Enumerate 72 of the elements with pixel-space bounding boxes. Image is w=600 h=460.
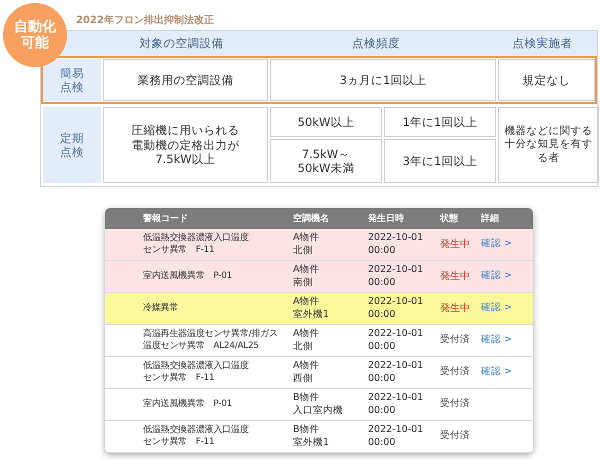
confirm-link[interactable]: 確認 >	[481, 238, 533, 251]
confirm-link[interactable]: 確認 >	[481, 270, 533, 283]
occurrence-time: 2022-10-01 00:00	[368, 392, 424, 417]
automation-badge: 自動化可能	[3, 3, 67, 67]
alert-row[interactable]: 冷媒異常 A物件 室外機1 2022-10-01 00:00 発生中 確認 >	[105, 293, 533, 325]
column-header: 発生日時	[368, 212, 405, 225]
alert-code: 低温熱交換器濃液入口温度	[143, 361, 250, 372]
table-cell: 3ヵ月に1回以上	[340, 72, 426, 88]
status-text: 発生中	[440, 302, 471, 315]
alert-code: センサ異常 F-11	[143, 244, 216, 256]
alert-code: 室内送風機異常 P-01	[143, 398, 234, 410]
table-cell-text: 50kW以上	[296, 114, 356, 130]
status-text: 発生中	[440, 238, 471, 251]
unit-name: 北側	[293, 244, 314, 257]
column-header: 状態	[440, 212, 459, 225]
unit-name: A物件	[293, 264, 320, 276]
table-cell: 圧縮機に用いられる電動機の定格出力が7.5kW以上	[131, 123, 240, 167]
table-cell: 1年に1回以上	[402, 114, 478, 130]
law-title: 2022年フロン排出抑制法改正	[76, 14, 214, 28]
occurrence-time: 2022-10-01 00:00	[368, 360, 424, 385]
row-label: 簡易点検	[59, 66, 85, 94]
table-cell: 3年に1回以上	[402, 154, 478, 168]
unit-name: 西側	[293, 372, 314, 385]
occurrence-time: 2022-10-01 00:00	[368, 264, 424, 289]
table-cell: 規定なし	[522, 72, 570, 88]
column-header: 空調機名	[293, 212, 330, 225]
status-text: 発生中	[440, 270, 471, 283]
confirm-link[interactable]: 確認 >	[481, 302, 533, 315]
alert-row[interactable]: 高温再生器温度センサ異常/排ガス 温度センサ異常 AL24/AL25 A物件 北側 2022-10-01 00:00 受付済 確認 >	[105, 325, 533, 357]
alert-row[interactable]: 低温熱交換器濃液入口温度 センサ異常 F-11 A物件 北側 2022-10-01 00:00 発生中 確認 >	[105, 229, 533, 261]
alert-code: 冷媒異常	[143, 302, 180, 314]
column-header: 点検頻度	[351, 36, 401, 51]
table-cell-text: 機器などに関する十分な知見を有する者	[504, 125, 594, 165]
alert-code: 低温熱交換器濃液入口温度	[143, 425, 250, 436]
unit-name: B物件	[293, 424, 321, 436]
occurrence-time: 2022-10-01 00:00	[368, 328, 424, 353]
unit-name: 室外機1	[293, 436, 330, 449]
alert-row[interactable]: 低温熱交換器濃液入口温度 センサ異常 F-11 B物件 室外機1 2022-10-01 00:00 受付済	[105, 421, 533, 453]
occurrence-time: 2022-10-01 00:00	[368, 232, 424, 257]
column-header: 警報コード	[143, 212, 189, 225]
column-header: 詳細	[481, 212, 500, 225]
unit-name: 室外機1	[293, 308, 330, 321]
alert-code: センサ異常 F-11	[143, 372, 216, 384]
alert-code: 室内送風機異常 P-01	[143, 270, 234, 282]
alert-code: センサ異常 F-11	[143, 436, 216, 448]
column-header: 対象の空調設備	[138, 36, 224, 51]
alert-row[interactable]: 室内送風機異常 P-01 A物件 南側 2022-10-01 00:00 発生中 確認 >	[105, 261, 533, 293]
unit-name: A物件	[293, 296, 320, 308]
row-label: 定期点検	[59, 130, 85, 160]
alert-code: 高温再生器温度センサ異常/排ガス	[143, 329, 279, 340]
alert-row[interactable]: 室内送風機異常 P-01 B物件 入口室内機 2022-10-01 00:00 受付済	[105, 389, 533, 421]
unit-name: 入口室内機	[293, 404, 344, 417]
occurrence-time: 2022-10-01 00:00	[368, 424, 424, 449]
unit-name: B物件	[293, 392, 321, 404]
status-text: 受付済	[440, 334, 471, 347]
alert-row[interactable]: 低温熱交換器濃液入口温度 センサ異常 F-11 A物件 西側 2022-10-01 00:00 受付済 確認 >	[105, 357, 533, 389]
table-cell: 業務用の空調設備	[138, 72, 234, 88]
alert-code: 温度センサ異常 AL24/AL25	[143, 340, 260, 352]
alert-code: 低温熱交換器濃液入口温度	[143, 233, 250, 244]
status-text: 受付済	[440, 366, 471, 379]
table-cell-text: 7.5kW～50kW未満	[296, 146, 356, 176]
status-text: 受付済	[440, 430, 471, 443]
unit-name: A物件	[293, 232, 320, 244]
confirm-link[interactable]: 確認 >	[481, 334, 533, 347]
unit-name: 南側	[293, 276, 314, 289]
unit-name: A物件	[293, 328, 320, 340]
column-header: 点検実施者	[512, 36, 574, 51]
confirm-link[interactable]: 確認 >	[481, 366, 533, 379]
occurrence-time: 2022-10-01 00:00	[368, 296, 424, 321]
status-text: 受付済	[440, 398, 471, 411]
unit-name: 北側	[293, 340, 314, 353]
unit-name: A物件	[293, 360, 320, 372]
